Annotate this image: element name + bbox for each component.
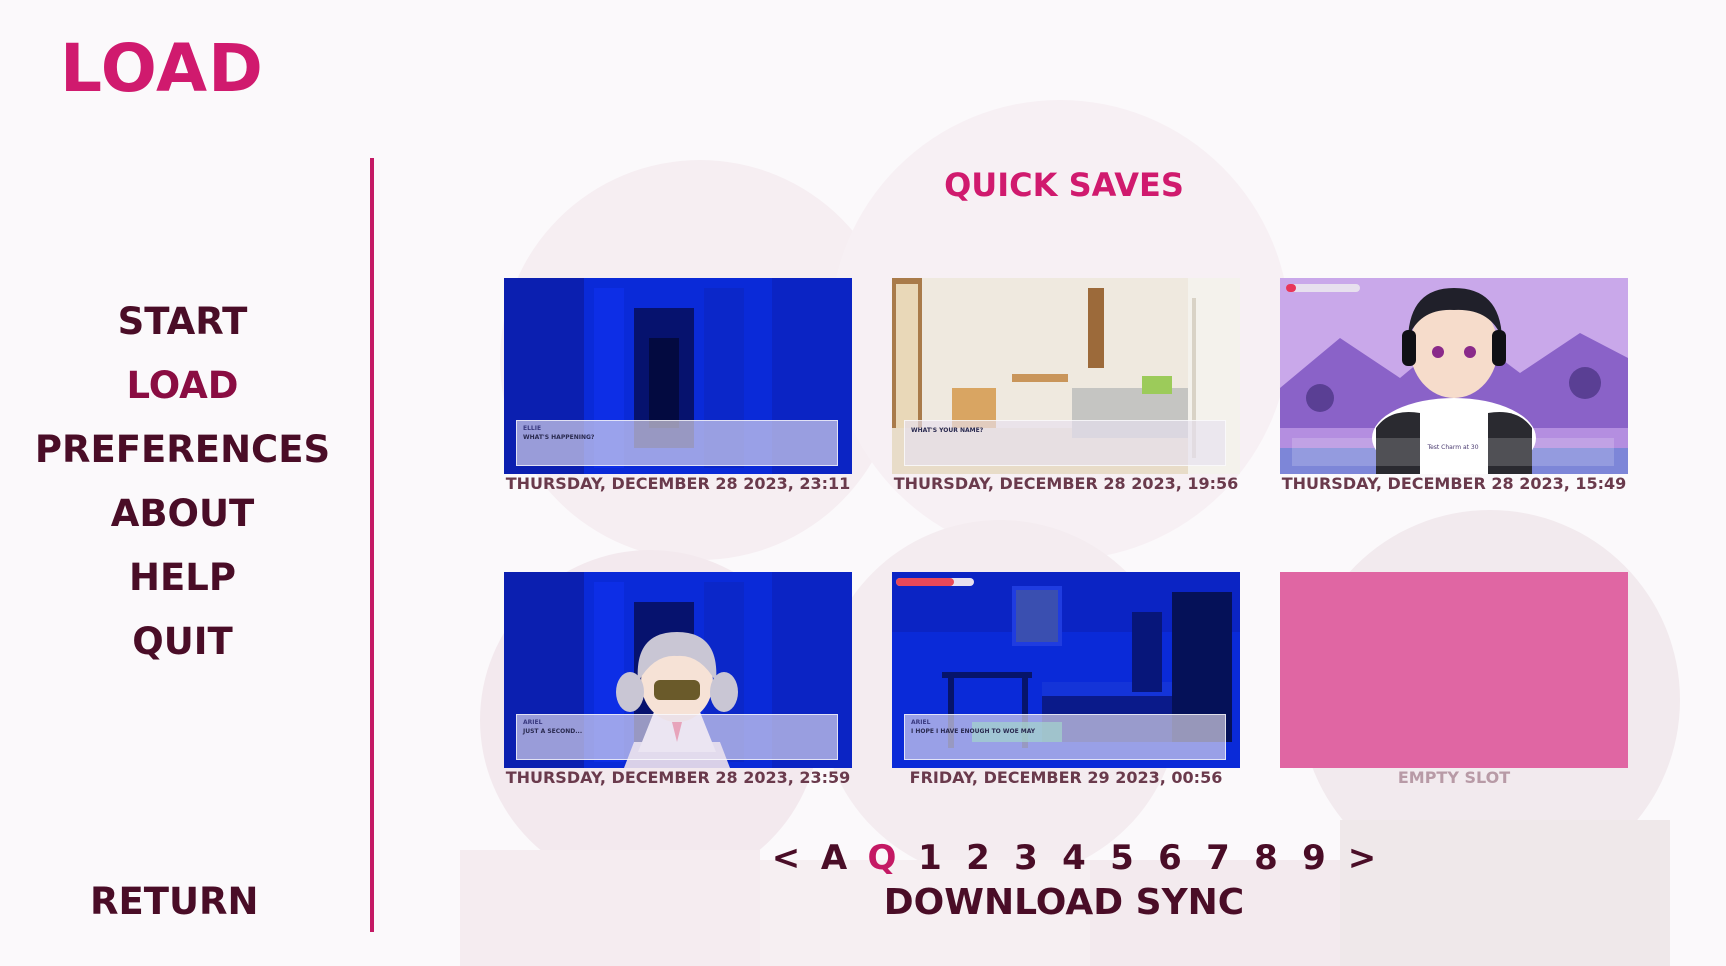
dialog-line: JUST A SECOND... [523, 728, 583, 735]
section-title: QUICK SAVES [944, 166, 1184, 204]
page-2-button[interactable]: 2 [954, 838, 1002, 878]
save-thumbnail: WHAT'S YOUR NAME? [892, 278, 1240, 474]
return-button[interactable]: RETURN [90, 880, 259, 923]
main-menu: START LOAD PREFERENCES ABOUT HELP QUIT [0, 290, 365, 674]
save-slot-1[interactable]: ELLIE WHAT'S HAPPENING? THURSDAY, DECEMB… [504, 278, 852, 494]
dialog-line: WHAT'S HAPPENING? [523, 434, 595, 441]
download-sync-button[interactable]: DOWNLOAD SYNC [874, 882, 1254, 923]
save-timestamp: THURSDAY, DECEMBER 28 2023, 19:56 [893, 474, 1239, 493]
page-6-button[interactable]: 6 [1146, 838, 1194, 878]
save-thumbnail: ARIEL I HOPE I HAVE ENOUGH TO WOE MAY [892, 572, 1240, 768]
menu-item-help[interactable]: HELP [0, 546, 365, 610]
menu-divider [370, 158, 374, 932]
save-timestamp: THURSDAY, DECEMBER 28 2023, 15:49 [1281, 474, 1627, 493]
dialog-line: Test Charm at 30 [1427, 444, 1479, 451]
save-slot-3[interactable]: Test Charm at 30 THURSDAY, DECEMBER 28 2… [1280, 278, 1628, 494]
page-next-button[interactable]: > [1338, 838, 1386, 878]
page-selector: < A Q 1 2 3 4 5 6 7 8 9 > [762, 836, 1386, 880]
dialog-box: ARIEL I HOPE I HAVE ENOUGH TO WOE MAY [904, 714, 1226, 760]
menu-item-quit[interactable]: QUIT [0, 610, 365, 674]
save-slot-6-empty[interactable]: EMPTY SLOT [1280, 572, 1628, 788]
dialog-line: I HOPE I HAVE ENOUGH TO WOE MAY [911, 728, 1036, 735]
page-quick-button[interactable]: Q [858, 838, 906, 878]
save-thumbnail: Test Charm at 30 [1280, 278, 1628, 474]
screen-title: LOAD [60, 30, 264, 107]
page-9-button[interactable]: 9 [1290, 838, 1338, 878]
dialog-box: WHAT'S YOUR NAME? [904, 420, 1226, 466]
dialog-speaker: ELLIE [523, 425, 542, 432]
dialog-box: ARIEL JUST A SECOND... [516, 714, 838, 760]
menu-item-start[interactable]: START [0, 290, 365, 354]
save-slot-5[interactable]: ARIEL I HOPE I HAVE ENOUGH TO WOE MAY FR… [892, 572, 1240, 788]
page-prev-button[interactable]: < [762, 838, 810, 878]
dialog-speaker: ARIEL [523, 719, 543, 726]
save-thumbnail: ARIEL JUST A SECOND... [504, 572, 852, 768]
dialog-box: ELLIE WHAT'S HAPPENING? [516, 420, 838, 466]
dialog-line: WHAT'S YOUR NAME? [911, 427, 984, 434]
save-timestamp: THURSDAY, DECEMBER 28 2023, 23:11 [505, 474, 851, 493]
page-8-button[interactable]: 8 [1242, 838, 1290, 878]
save-slot-4[interactable]: ARIEL JUST A SECOND... THURSDAY, DECEMBE… [504, 572, 852, 788]
page-7-button[interactable]: 7 [1194, 838, 1242, 878]
page-4-button[interactable]: 4 [1050, 838, 1098, 878]
dialog-speaker: ARIEL [911, 719, 931, 726]
menu-item-preferences[interactable]: PREFERENCES [0, 418, 365, 482]
save-timestamp: FRIDAY, DECEMBER 29 2023, 00:56 [909, 768, 1223, 787]
dialog-box: Test Charm at 30 [1292, 438, 1614, 466]
empty-slot-thumbnail [1280, 572, 1628, 768]
save-thumbnail: ELLIE WHAT'S HAPPENING? [504, 278, 852, 474]
menu-item-load[interactable]: LOAD [0, 354, 365, 418]
page-3-button[interactable]: 3 [1002, 838, 1050, 878]
page-auto-button[interactable]: A [810, 838, 858, 878]
menu-item-about[interactable]: ABOUT [0, 482, 365, 546]
save-slot-2[interactable]: WHAT'S YOUR NAME? THURSDAY, DECEMBER 28 … [892, 278, 1240, 494]
empty-slot-label: EMPTY SLOT [1397, 768, 1511, 787]
page-5-button[interactable]: 5 [1098, 838, 1146, 878]
save-timestamp: THURSDAY, DECEMBER 28 2023, 23:59 [505, 768, 851, 787]
page-1-button[interactable]: 1 [906, 838, 954, 878]
